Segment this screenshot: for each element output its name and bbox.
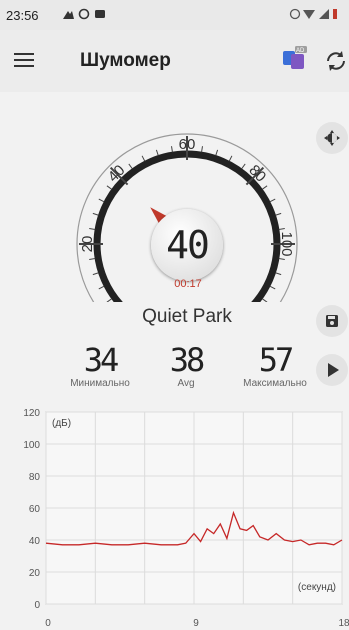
chart-y-tick-label: 100 bbox=[23, 440, 40, 451]
status-time: 23:56 bbox=[6, 8, 39, 23]
reading-dial: 40 bbox=[151, 209, 223, 281]
contrast-icon bbox=[324, 130, 340, 146]
stat-max-value: 57 bbox=[258, 341, 295, 379]
gauge-minor-tick bbox=[278, 228, 285, 230]
system-status-icons bbox=[289, 8, 345, 23]
chart-y-tick-label: 80 bbox=[29, 472, 41, 483]
notification-icon bbox=[63, 8, 105, 20]
gauge-minor-tick bbox=[278, 258, 285, 260]
noise-history-chart: 0 20 40 60 80 100 120 0 9 18 (дБ) (секунд) bbox=[23, 408, 349, 629]
stat-avg-value: 38 bbox=[169, 341, 206, 379]
chart-y-axis-label: (дБ) bbox=[52, 418, 71, 429]
gauge-minor-tick bbox=[269, 285, 276, 290]
gauge-minor-tick bbox=[92, 272, 99, 276]
gauge-minor-tick bbox=[241, 163, 246, 170]
chart-x-tick-label: 0 bbox=[45, 618, 51, 629]
gauge-minor-tick bbox=[89, 228, 96, 230]
gauge-minor-tick bbox=[155, 149, 159, 156]
chart-y-tick-label: 120 bbox=[23, 408, 40, 419]
menu-icon-line bbox=[14, 53, 34, 55]
save-button[interactable] bbox=[316, 305, 348, 337]
gauge-minor-tick bbox=[261, 185, 268, 190]
gauge-minor-tick bbox=[275, 212, 282, 216]
gauge-minor-tick bbox=[171, 146, 173, 153]
chart-x-tick-label: 9 bbox=[193, 618, 199, 629]
stat-min-label: Минимально bbox=[70, 378, 130, 389]
meter-content: 0 20 40 60 80 100 120 40 00:17 Quiet Park 34 М… bbox=[0, 92, 349, 630]
play-button[interactable] bbox=[316, 354, 348, 386]
gauge-minor-tick bbox=[98, 285, 105, 290]
stat-minimum: 34 Минимально bbox=[55, 342, 145, 389]
gauge-tick-label: 100 bbox=[278, 231, 295, 256]
stat-maximum: 57 Максимально bbox=[230, 342, 320, 389]
refresh-button[interactable] bbox=[323, 48, 349, 74]
gauge-minor-tick bbox=[89, 258, 96, 260]
notification-icons bbox=[62, 8, 108, 23]
contrast-button[interactable] bbox=[316, 122, 348, 154]
save-icon bbox=[326, 315, 338, 327]
gauge-minor-tick bbox=[201, 146, 203, 153]
gauge-tick-label: 20 bbox=[79, 236, 96, 253]
chart-x-tick-label: 18 bbox=[338, 618, 349, 629]
chart-y-tick-label: 0 bbox=[34, 600, 40, 611]
gauge-minor-tick bbox=[228, 155, 233, 162]
refresh-icon bbox=[327, 51, 345, 71]
elapsed-timer: 00:17 bbox=[174, 278, 202, 290]
translate-button[interactable]: AD bbox=[281, 46, 307, 72]
chart-y-tick-label: 20 bbox=[29, 568, 41, 579]
alarm-wifi-signal-icon bbox=[289, 8, 337, 20]
ad-badge: AD bbox=[296, 48, 305, 54]
status-bar: 23:56 bbox=[0, 0, 349, 30]
current-db-value: 40 bbox=[166, 223, 210, 267]
gauge-minor-tick bbox=[215, 149, 219, 156]
gauge-minor-tick bbox=[106, 298, 113, 302]
translate-icon: AD bbox=[283, 46, 307, 69]
gauge-tick-label: 60 bbox=[179, 136, 196, 153]
stat-average: 38 Avg bbox=[141, 342, 231, 389]
gauge-minor-tick bbox=[128, 163, 133, 170]
location-label: Quiet Park bbox=[142, 306, 232, 327]
stat-max-label: Максимально bbox=[243, 378, 307, 389]
app-bar: Шумомер AD bbox=[0, 30, 349, 92]
gauge-minor-tick bbox=[275, 272, 282, 276]
play-icon bbox=[328, 363, 339, 377]
chart-x-axis-label: (секунд) bbox=[298, 582, 336, 593]
gauge-minor-tick bbox=[141, 155, 146, 162]
stat-avg-label: Avg bbox=[177, 378, 195, 389]
gauge-minor-tick bbox=[92, 212, 99, 216]
chart-y-tick-label: 40 bbox=[29, 536, 41, 547]
gauge-minor-tick bbox=[98, 198, 105, 203]
menu-icon-line bbox=[14, 59, 34, 61]
stat-min-value: 34 bbox=[83, 341, 120, 379]
menu-button[interactable] bbox=[12, 49, 36, 73]
gauge-minor-tick bbox=[106, 185, 113, 190]
menu-icon-line bbox=[14, 65, 34, 67]
page-title: Шумомер bbox=[80, 50, 171, 71]
chart-y-tick-label: 60 bbox=[29, 504, 41, 515]
gauge-minor-tick bbox=[269, 198, 276, 203]
